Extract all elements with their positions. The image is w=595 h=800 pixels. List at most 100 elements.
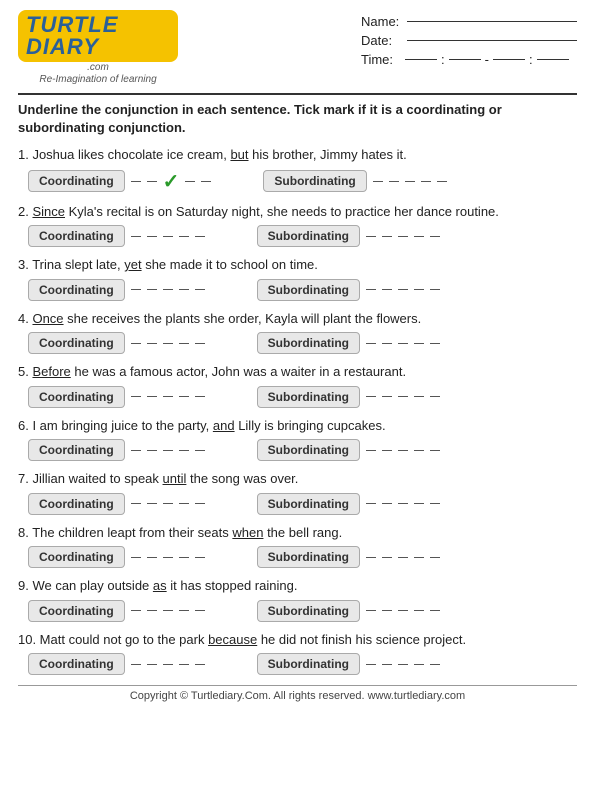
subord-section-9: Subordinating [257,600,442,622]
dash [195,450,205,451]
name-row: Name: [361,14,577,29]
dash [398,236,408,237]
dash [366,396,376,397]
dash [430,503,440,504]
dash [382,236,392,237]
subord-button-1[interactable]: Subordinating [263,170,366,192]
subord-button-2[interactable]: Subordinating [257,225,360,247]
question-text-4: 4. Once she receives the plants she orde… [18,309,577,329]
dash [195,236,205,237]
coord-button-1[interactable]: Coordinating [28,170,125,192]
dash [147,236,157,237]
question-block-6: 6. I am bringing juice to the party, and… [18,416,577,462]
underlined-word: Before [32,364,70,379]
subord-section-8: Subordinating [257,546,442,568]
answer-row-3: Coordinating Subordinating [18,279,577,301]
coord-button-4[interactable]: Coordinating [28,332,125,354]
logo-text: TURTLE DIARY [26,12,118,59]
coord-button-9[interactable]: Coordinating [28,600,125,622]
coord-button-3[interactable]: Coordinating [28,279,125,301]
subord-button-9[interactable]: Subordinating [257,600,360,622]
subord-dashes-8 [364,557,442,558]
question-text-8: 8. The children leapt from their seats w… [18,523,577,543]
answer-row-8: Coordinating Subordinating [18,546,577,568]
logo-tagline: Re-Imagination of learning [39,74,156,85]
underlined-word: Once [32,311,63,326]
dash [382,396,392,397]
coord-dashes-2 [129,236,207,237]
dash [382,610,392,611]
question-block-8: 8. The children leapt from their seats w… [18,523,577,569]
dash [163,610,173,611]
answer-row-10: Coordinating Subordinating [18,653,577,675]
subord-dashes-9 [364,610,442,611]
subord-button-8[interactable]: Subordinating [257,546,360,568]
dash [163,289,173,290]
question-block-1: 1. Joshua likes chocolate ice cream, but… [18,145,577,194]
time-label: Time: [361,52,401,67]
coord-dashes-3 [129,289,207,290]
dash [179,289,189,290]
dash [195,343,205,344]
dash [147,343,157,344]
subord-dashes-7 [364,503,442,504]
dash [366,343,376,344]
question-text-3: 3. Trina slept late, yet she made it to … [18,255,577,275]
question-text-6: 6. I am bringing juice to the party, and… [18,416,577,436]
coord-button-10[interactable]: Coordinating [28,653,125,675]
coord-button-8[interactable]: Coordinating [28,546,125,568]
underlined-word: as [153,578,167,593]
date-label: Date: [361,33,401,48]
dash [179,396,189,397]
subord-button-7[interactable]: Subordinating [257,493,360,515]
date-line [407,40,577,41]
dash [163,557,173,558]
subord-dashes-10 [364,664,442,665]
page-header: TURTLE DIARY .com Re-Imagination of lear… [18,10,577,85]
dash [179,236,189,237]
dash [131,503,141,504]
dash [430,236,440,237]
dash [414,236,424,237]
dash [147,503,157,504]
dash [373,181,383,182]
dash [382,664,392,665]
dash [366,610,376,611]
answer-row-4: Coordinating Subordinating [18,332,577,354]
dash [366,289,376,290]
subord-button-5[interactable]: Subordinating [257,386,360,408]
subord-dashes-3 [364,289,442,290]
coord-button-7[interactable]: Coordinating [28,493,125,515]
underlined-word: until [163,471,187,486]
subord-button-10[interactable]: Subordinating [257,653,360,675]
answer-row-5: Coordinating Subordinating [18,386,577,408]
subord-section-7: Subordinating [257,493,442,515]
coord-dashes-10 [129,664,207,665]
time-seg3 [493,59,525,60]
dash [163,450,173,451]
question-text-5: 5. Before he was a famous actor, John wa… [18,362,577,382]
question-text-10: 10. Matt could not go to the park becaus… [18,630,577,650]
dash [179,557,189,558]
date-row: Date: [361,33,577,48]
subord-button-6[interactable]: Subordinating [257,439,360,461]
coord-button-6[interactable]: Coordinating [28,439,125,461]
subord-dashes-2 [364,236,442,237]
coord-button-5[interactable]: Coordinating [28,386,125,408]
footer: Copyright © Turtlediary.Com. All rights … [18,685,577,702]
subord-button-4[interactable]: Subordinating [257,332,360,354]
dash [163,236,173,237]
subord-button-3[interactable]: Subordinating [257,279,360,301]
question-block-7: 7. Jillian waited to speak until the son… [18,469,577,515]
dash [195,396,205,397]
coord-dashes-1: ✓ [129,169,214,194]
dash [131,557,141,558]
question-text-2: 2. Since Kyla's recital is on Saturday n… [18,202,577,222]
question-block-3: 3. Trina slept late, yet she made it to … [18,255,577,301]
dash [131,664,141,665]
time-seg2 [449,59,481,60]
dash [398,610,408,611]
dash [398,450,408,451]
coord-button-2[interactable]: Coordinating [28,225,125,247]
dash [131,343,141,344]
